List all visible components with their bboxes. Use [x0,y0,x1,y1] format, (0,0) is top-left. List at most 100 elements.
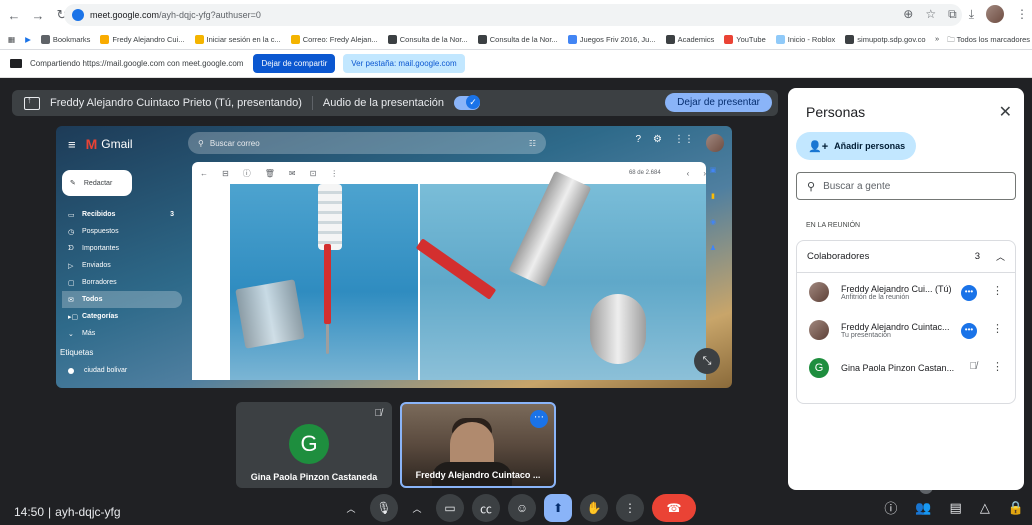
keep-icon: ▮ [711,193,715,200]
bookmark-favicon-icon [567,35,577,44]
extensions-icon[interactable]: ⧉ [948,7,957,22]
bookmarks-overflow[interactable]: » [935,34,939,47]
bookmark-item[interactable]: Inicio - Roblox [775,35,835,44]
stop-sharing-button[interactable]: Dejar de compartir [253,54,336,73]
gmail-labels: Etiquetas ciudad bolivar [56,348,127,374]
add-people-button[interactable]: 👤+ Añadir personas [796,132,916,160]
panel-title: Personas [806,104,866,120]
nav-icon: ⌄ [68,330,74,338]
chevron-up-icon[interactable]: ︿ [996,250,1005,263]
screen-share-icon [10,59,22,68]
emoji-icon[interactable]: ☺ [508,494,536,522]
pan-zoom-icon[interactable]: ⤡ [694,348,720,374]
meeting-info-icon[interactable]: ⓘ [884,498,897,517]
participant-avatar: G [809,358,829,378]
camera-icon[interactable]: ▭ [436,494,464,522]
nav-icon: ▢ [68,279,75,287]
gmail-nav-item: ◷ Pospuestos [68,228,119,236]
presentation-audio-toggle[interactable] [454,95,481,110]
presenter-label: Freddy Alejandro Cuintaco Prieto (Tú, pr… [50,97,302,109]
stop-presenting-button[interactable]: Dejar de presentar [665,93,772,112]
participant-tile[interactable]: ⋯ Freddy Alejandro Cuintaco ... [400,402,556,488]
kebab-icon[interactable]: ⋮ [992,322,1003,335]
presentation-banner: Freddy Alejandro Cuintaco Prieto (Tú, pr… [12,90,778,116]
more-actions-icon[interactable]: ••• [961,323,977,339]
kebab-icon[interactable]: ⋮ [992,360,1003,373]
raise-hand-icon[interactable]: ✋ [580,494,608,522]
anchor-socket [590,294,646,364]
bookmark-item[interactable]: Fredy Alejandro Cui... [100,35,185,44]
bookmark-star-icon[interactable]: ☆ [925,7,936,21]
nav-icon: ✉ [68,296,74,304]
more-options-icon[interactable]: ⋮ [616,494,644,522]
sidebar-toggle-icon[interactable]: ▶ [25,35,31,44]
chat-icon[interactable]: ▤ [950,500,962,516]
present-screen-icon[interactable]: ⬆ [544,494,572,522]
nav-icon: ▷ [68,262,74,270]
gmail-nav-item: ▭ Recibidos 3 [68,211,174,219]
back-icon[interactable]: ← [4,5,24,25]
red-tool [324,244,331,324]
leave-call-button[interactable]: ☎ [652,494,696,522]
bookmark-favicon-icon [40,35,50,44]
contributors-group: Colaboradores 3 ︿ Freddy Alejandro Cui..… [796,240,1016,404]
sharing-text: Compartiendo https://mail.google.com con… [30,59,244,68]
bookmark-item[interactable]: YouTube [724,35,766,44]
group-header[interactable]: Colaboradores 3 ︿ [797,241,1015,273]
kebab-icon[interactable]: ⋮ [992,284,1003,297]
profile-avatar[interactable] [986,5,1004,23]
people-icon[interactable]: 👥3 [915,479,934,516]
filter-icon: ☷ [528,138,536,148]
gmail-nav-item: ✉ Todos [62,291,182,308]
microphone-icon[interactable]: 🎙 [370,494,398,522]
participant-role: Anfitrión de la reunión [841,293,910,301]
participant-tile[interactable]: 🎙̸ G Gina Paola Pinzon Castaneda [236,402,392,488]
bookmark-favicon-icon [845,35,855,44]
download-icon[interactable]: ⤓ [969,7,974,22]
video-options-chevron-icon[interactable]: ︿ [406,497,428,519]
bookmark-item[interactable]: Iniciar sesión en la c... [194,35,281,44]
tile-more-icon[interactable]: ⋯ [530,410,548,428]
bookmark-item[interactable]: simupotp.sdp.gov.co [845,35,926,44]
bookmark-item[interactable]: Academics [665,35,714,44]
bookmark-item[interactable]: Bookmarks [40,35,90,44]
labels-title: Etiquetas [60,348,94,357]
search-people-input[interactable]: ⚲ Buscar a gente [796,172,1016,200]
all-bookmarks-folder[interactable]: 🗀 Todos los marcadores [947,34,1030,47]
captions-icon[interactable]: ㏄ [472,494,500,522]
add-person-icon: 👤+ [808,140,829,153]
forward-icon[interactable]: → [28,5,48,25]
bookmark-favicon-icon [665,35,675,44]
attachment-photo [230,184,418,380]
host-controls-icon[interactable]: 🔒 [1008,500,1024,516]
bookmark-favicon-icon [290,35,300,44]
gmail-nav-item: ▷ Enviados [68,262,111,270]
lane-floats [318,184,342,250]
apps-icon[interactable]: ▦ [8,35,15,44]
close-icon[interactable]: ✕ [999,102,1012,122]
bookmark-item[interactable]: Consulta de la Nor... [387,35,468,44]
activities-icon[interactable]: △ [980,500,990,516]
menu-icon[interactable]: ⋮ [1016,7,1028,21]
bookmark-item[interactable]: Correo: Fredy Alejan... [290,35,378,44]
more-actions-icon[interactable]: ••• [961,285,977,301]
nav-icon: ᗤ [68,244,74,252]
participant-avatar [809,282,829,302]
ladder [235,279,305,349]
prev-icon: ‹ [686,168,690,178]
view-tab-button[interactable]: Ver pestaña: mail.google.com [343,54,465,73]
compose-button: ✎ Redactar [62,170,132,196]
nav-icon: ▸▢ [68,313,79,321]
bookmark-item[interactable]: Consulta de la Nor... [477,35,558,44]
site-info-icon[interactable] [72,9,84,21]
gear-icon: ⚙ [653,134,662,145]
zoom-icon[interactable]: ⊕ [903,7,913,21]
bookmark-item[interactable]: Juegos Friv 2016, Ju... [567,35,656,44]
message-toolbar: ← ⊟ ⓘ 🗑 ✉ ⊡ ⋮ 68 de 2.684 ‹ › [192,162,706,184]
participant-avatar: G [289,424,329,464]
address-bar[interactable]: meet.google.com/ayh-dqjc-yfg?authuser=0 [64,4,962,26]
audio-options-chevron-icon[interactable]: ︿ [340,497,362,519]
pagination: 68 de 2.684 [628,170,661,176]
gmail-logo: M Gmail [85,136,133,152]
gmail-message-view: ← ⊟ ⓘ 🗑 ✉ ⊡ ⋮ 68 de 2.684 ‹ › [192,162,706,380]
